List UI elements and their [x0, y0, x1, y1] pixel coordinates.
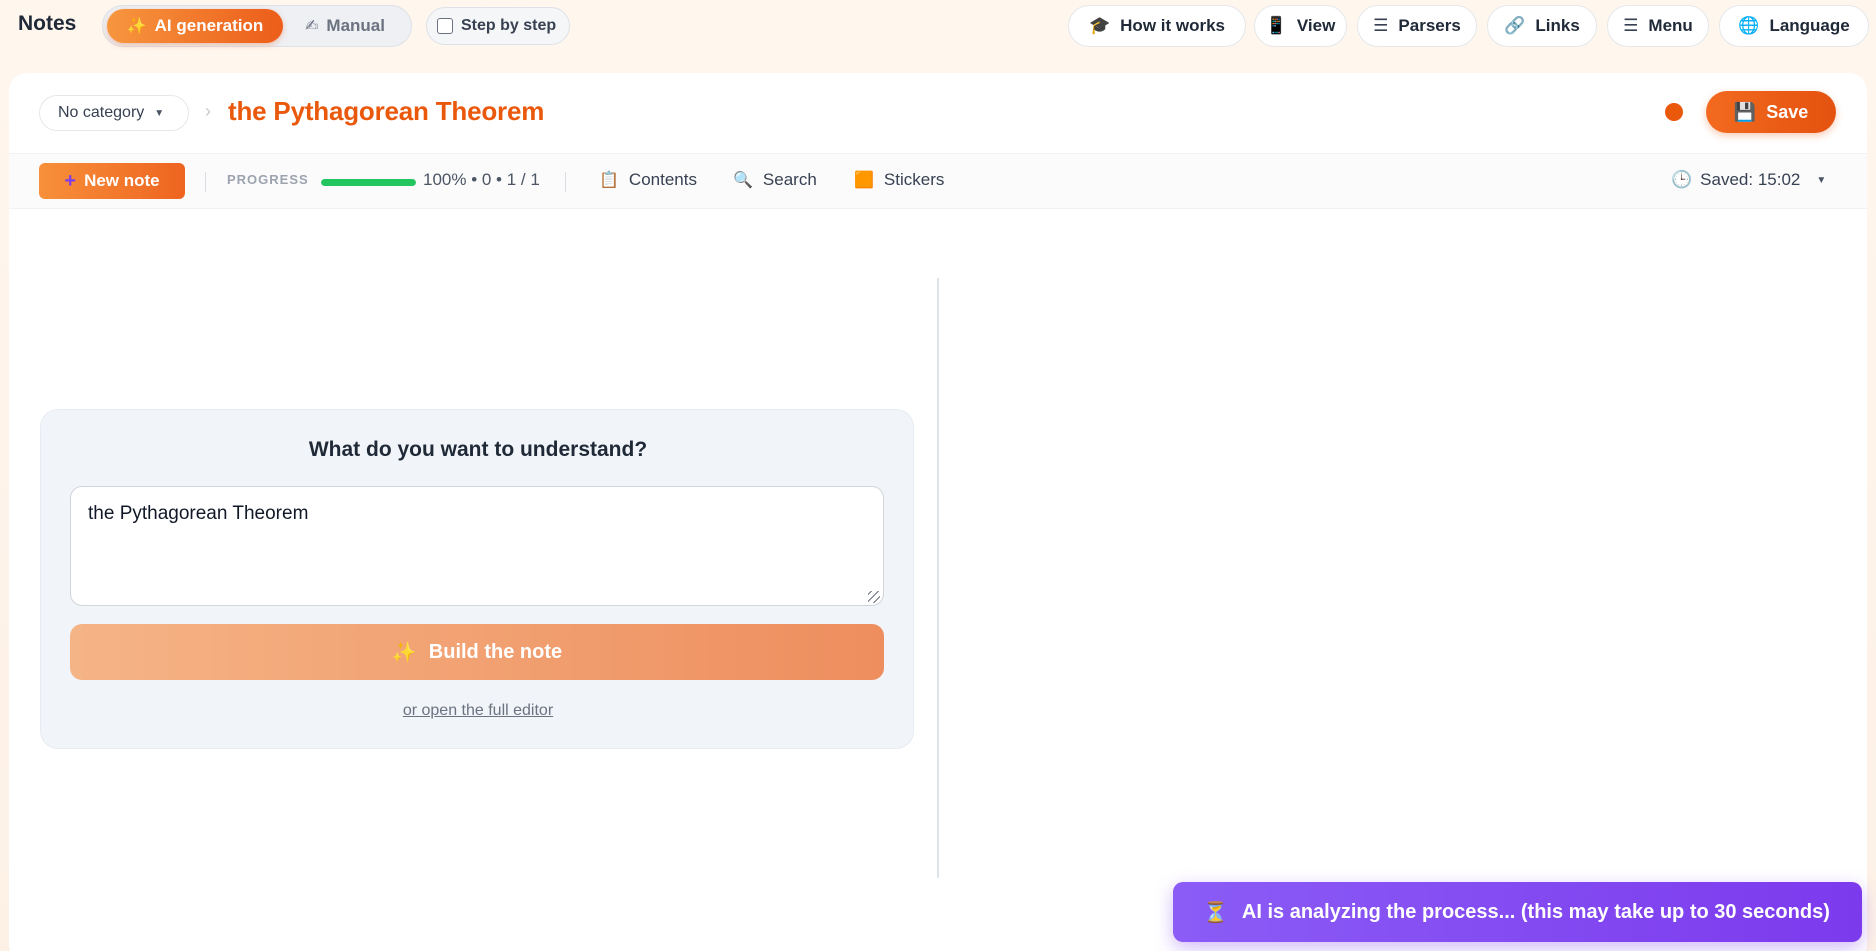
- top-bar: Notes ✨ AI generation ✍ Manual Step by s…: [0, 0, 1876, 52]
- search-label: Search: [762, 170, 817, 189]
- saved-status-dropdown[interactable]: 🕒 Saved: 15:02 ▼: [1671, 170, 1826, 190]
- ai-generation-tab[interactable]: ✨ AI generation: [107, 9, 283, 43]
- phone-icon: 📱: [1265, 16, 1287, 35]
- toolbar-divider: [205, 172, 206, 192]
- graduation-cap-icon: 🎓: [1088, 16, 1111, 35]
- category-select[interactable]: No category ▼: [39, 95, 189, 131]
- new-note-button[interactable]: + New note: [39, 163, 185, 199]
- mode-toggle: ✨ AI generation ✍ Manual: [102, 5, 412, 47]
- search-button[interactable]: 🔍 Search: [733, 170, 817, 190]
- breadcrumb-separator-icon: ›: [205, 101, 211, 121]
- hamburger-icon: ☰: [1623, 16, 1639, 35]
- language-button[interactable]: 🌐 Language: [1719, 5, 1869, 47]
- save-label: Save: [1766, 101, 1809, 122]
- toolbar-divider: [565, 172, 566, 192]
- saved-label: Saved: 15:02: [1700, 170, 1801, 189]
- pane-divider[interactable]: [937, 278, 939, 878]
- save-button[interactable]: 💾 Save: [1706, 91, 1836, 133]
- toast-message: AI is analyzing the process... (this may…: [1241, 900, 1830, 923]
- how-it-works-label: How it works: [1120, 16, 1226, 35]
- language-label: Language: [1769, 16, 1850, 35]
- step-by-step-label: Step by step: [461, 17, 557, 34]
- ai-prompt-panel: What do you want to understand? ✨ Build …: [40, 409, 914, 749]
- new-note-label: New note: [84, 171, 160, 190]
- editor-card: No category ▼ › the Pythagorean Theorem …: [9, 73, 1867, 951]
- manual-label: Manual: [326, 16, 385, 35]
- ai-analyzing-toast: ⏳ AI is analyzing the process... (this m…: [1173, 882, 1862, 942]
- stickers-label: Stickers: [883, 170, 945, 189]
- contents-button[interactable]: 📋 Contents: [599, 170, 697, 190]
- manual-tab[interactable]: ✍ Manual: [285, 9, 405, 43]
- list-icon: ☰: [1373, 16, 1389, 35]
- view-label: View: [1296, 16, 1336, 35]
- globe-icon: 🌐: [1738, 16, 1760, 35]
- clipboard-icon: 📋: [599, 172, 619, 189]
- parsers-button[interactable]: ☰ Parsers: [1357, 5, 1477, 47]
- magnifier-icon: 🔍: [733, 172, 753, 189]
- note-title[interactable]: the Pythagorean Theorem: [228, 96, 544, 127]
- how-it-works-button[interactable]: 🎓 How it works: [1068, 5, 1246, 47]
- topic-input[interactable]: [70, 486, 884, 606]
- caret-down-icon: ▼: [1816, 174, 1827, 186]
- menu-button[interactable]: ☰ Menu: [1607, 5, 1709, 47]
- category-value: No category: [58, 104, 145, 121]
- prompt-question: What do you want to understand?: [308, 438, 648, 461]
- sticker-icon: 🟧: [854, 172, 874, 189]
- progress-text: 100% • 0 • 1 / 1: [423, 170, 540, 189]
- links-label: Links: [1535, 16, 1580, 35]
- hourglass-icon: ⏳: [1203, 901, 1228, 924]
- step-by-step-checkbox[interactable]: [437, 18, 453, 34]
- sparkles-icon: ✨: [126, 18, 147, 35]
- app-title: Notes: [18, 12, 77, 35]
- progress-label: PROGRESS: [227, 172, 309, 187]
- note-header: No category ▼ › the Pythagorean Theorem …: [9, 73, 1867, 153]
- clock-icon: 🕒: [1671, 170, 1693, 189]
- floppy-disk-icon: 💾: [1733, 101, 1757, 122]
- parsers-label: Parsers: [1398, 16, 1461, 35]
- stickers-button[interactable]: 🟧 Stickers: [854, 170, 944, 190]
- open-full-editor-link[interactable]: or open the full editor: [41, 702, 915, 720]
- plus-icon: +: [64, 169, 77, 192]
- contents-label: Contents: [628, 170, 697, 189]
- sparkles-icon: ✨: [391, 641, 417, 664]
- caret-down-icon: ▼: [154, 107, 165, 119]
- step-by-step-toggle[interactable]: Step by step: [426, 7, 570, 45]
- links-button[interactable]: 🔗 Links: [1487, 5, 1597, 47]
- view-button[interactable]: 📱 View: [1254, 5, 1347, 47]
- menu-label: Menu: [1648, 16, 1693, 35]
- resize-handle-icon[interactable]: [868, 591, 880, 603]
- progress-bar-fill: [321, 179, 416, 186]
- progress-bar: [321, 179, 416, 186]
- build-note-label: Build the note: [428, 640, 563, 663]
- ai-generation-label: AI generation: [154, 16, 264, 35]
- writing-hand-icon: ✍: [305, 18, 319, 35]
- unsaved-status-dot: [1665, 103, 1683, 121]
- note-toolbar: + New note PROGRESS 100% • 0 • 1 / 1 📋 C…: [9, 153, 1867, 209]
- link-icon: 🔗: [1504, 16, 1526, 35]
- build-note-button[interactable]: ✨ Build the note: [70, 624, 884, 680]
